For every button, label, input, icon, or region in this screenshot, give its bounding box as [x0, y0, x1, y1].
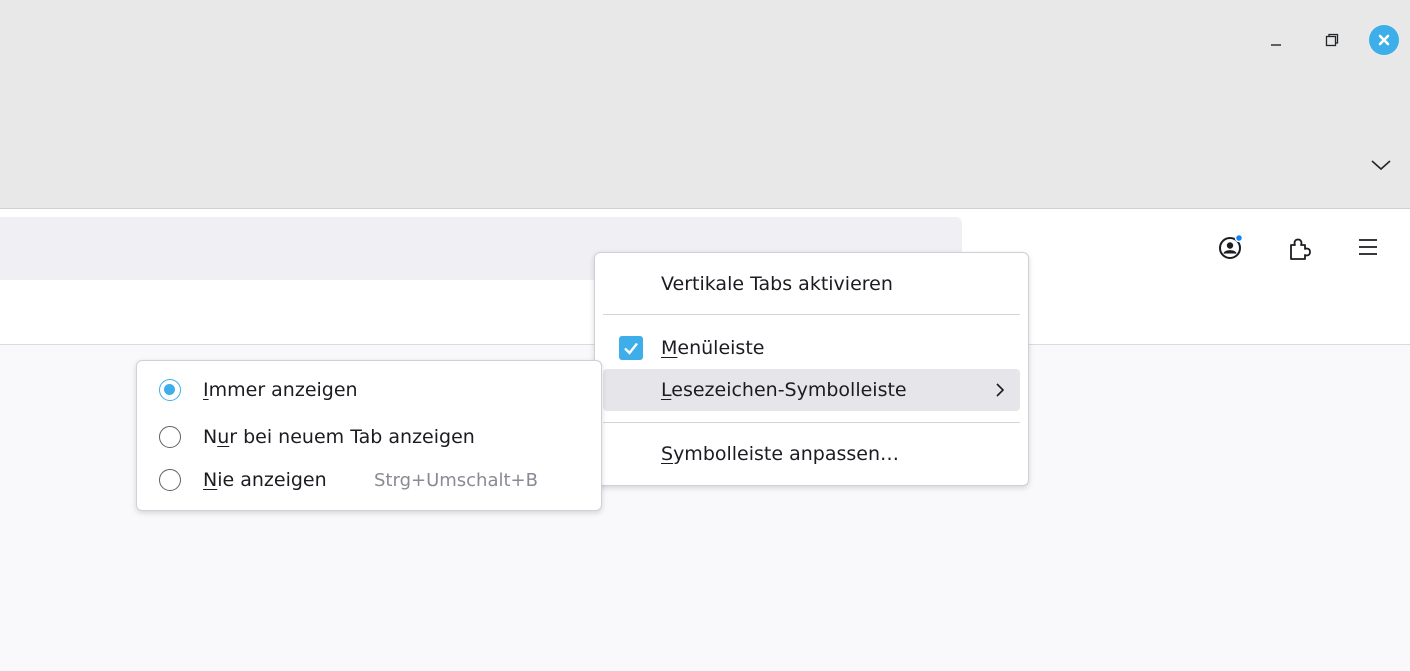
menu-separator: [603, 314, 1020, 315]
menuitem-never-show-label: Nie anzeigen: [203, 469, 327, 491]
minimize-icon: [1271, 44, 1281, 46]
menu-separator: [603, 422, 1020, 423]
menuitem-vertical-tabs-label: Vertikale Tabs aktivieren: [661, 273, 893, 295]
restore-icon: [1325, 33, 1339, 47]
title-bar: [0, 0, 1410, 209]
accesskey: N: [203, 469, 218, 491]
close-button[interactable]: [1369, 25, 1399, 55]
radio-never-show[interactable]: [159, 469, 181, 491]
account-icon: [1219, 233, 1244, 259]
menuitem-never-show[interactable]: Nie anzeigen Strg+Umschalt+B: [137, 459, 601, 501]
menuitem-customize-label: Symbolleiste anpassen…: [661, 443, 899, 465]
menuitem-new-tab-only[interactable]: Nur bei neuem Tab anzeigen: [137, 416, 601, 458]
menuitem-vertical-tabs[interactable]: Vertikale Tabs aktivieren: [603, 263, 1020, 305]
minimize-button[interactable]: [1262, 26, 1290, 54]
menuitem-customize-toolbar[interactable]: Symbolleiste anpassen…: [603, 433, 1020, 475]
label-rest: esezeichen-Symbolleiste: [671, 379, 907, 401]
app-menu-button[interactable]: [1350, 229, 1386, 265]
menuitem-always-show-label: Immer anzeigen: [203, 379, 358, 401]
chevron-right-icon: [996, 383, 1005, 397]
hamburger-icon: [1359, 239, 1377, 255]
radio-new-tab-only[interactable]: [159, 426, 181, 448]
toolbar-context-menu: Vertikale Tabs aktivieren Menüleiste Les…: [594, 252, 1029, 486]
accesskey: u: [217, 426, 230, 448]
puzzle-icon: [1290, 238, 1311, 260]
radio-always-show[interactable]: [159, 379, 181, 401]
label-rest: enüleiste: [677, 337, 765, 359]
menuitem-always-show[interactable]: Immer anzeigen: [137, 369, 601, 411]
menuitem-menubar[interactable]: Menüleiste: [603, 327, 1020, 369]
menuitem-menubar-label: Menüleiste: [661, 337, 764, 359]
close-icon: [1378, 34, 1390, 46]
bookmarks-toolbar-submenu: Immer anzeigen Nur bei neuem Tab anzeige…: [136, 360, 602, 511]
tab-list-button[interactable]: [1366, 150, 1396, 180]
menubar-checkbox[interactable]: [619, 336, 643, 360]
label-pre: N: [203, 426, 218, 448]
menuitem-bookmarks-toolbar[interactable]: Lesezeichen-Symbolleiste: [603, 369, 1020, 411]
label-rest: mmer anzeigen: [208, 379, 358, 401]
extensions-button[interactable]: [1282, 229, 1318, 265]
shortcut-label: Strg+Umschalt+B: [374, 469, 538, 491]
accesskey: S: [661, 443, 674, 465]
accesskey: M: [661, 337, 678, 359]
menuitem-bookmarks-toolbar-label: Lesezeichen-Symbolleiste: [661, 379, 907, 401]
account-button[interactable]: [1214, 229, 1250, 265]
label-rest: r bei neuem Tab anzeigen: [229, 426, 475, 448]
checkmark-icon: [624, 342, 638, 355]
label-rest: ie anzeigen: [217, 469, 327, 491]
label-rest: ymbolleiste anpassen…: [673, 443, 900, 465]
restore-button[interactable]: [1318, 26, 1346, 54]
accesskey: L: [661, 379, 672, 401]
menuitem-new-tab-only-label: Nur bei neuem Tab anzeigen: [203, 426, 475, 448]
chevron-down-icon: [1371, 160, 1391, 171]
